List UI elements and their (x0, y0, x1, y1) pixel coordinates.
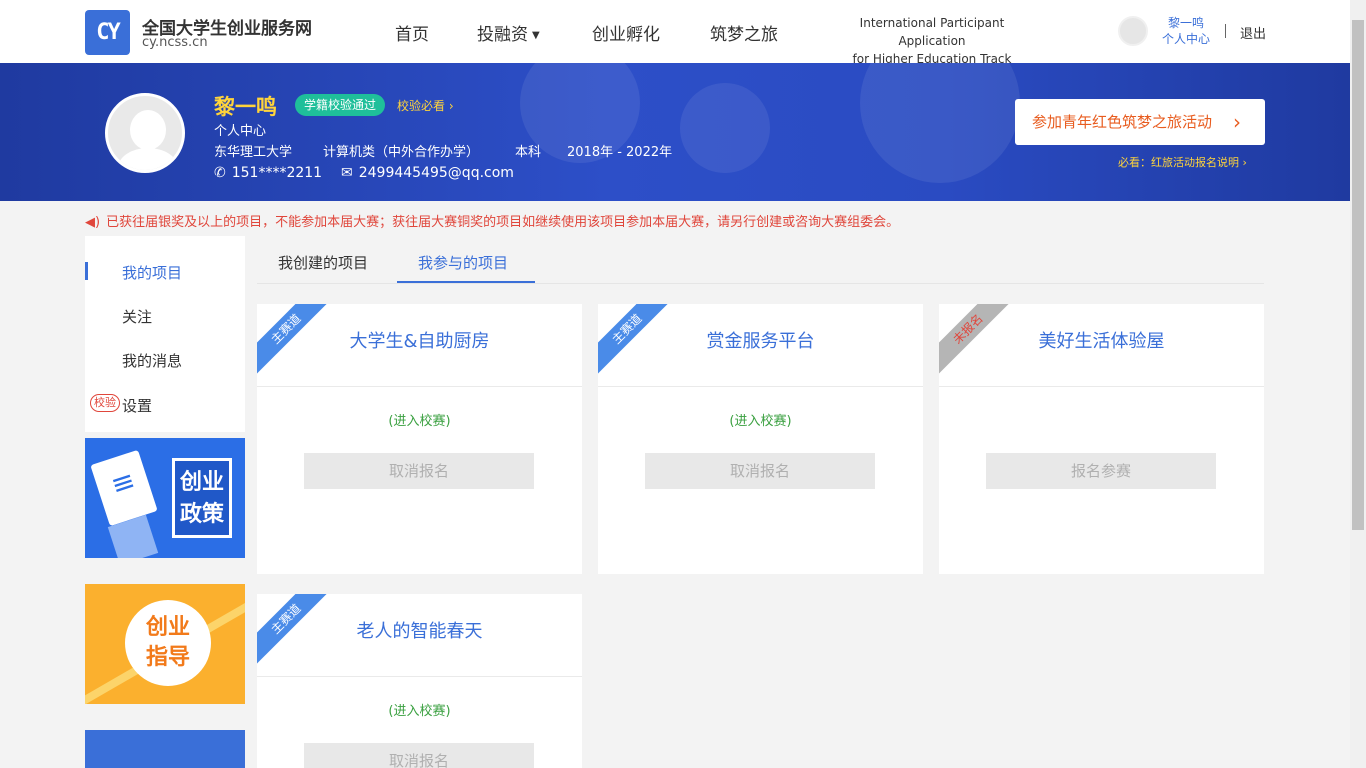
intl-application-link[interactable]: International Participant Application fo… (826, 14, 1038, 68)
cancel-registration-button[interactable]: 取消报名 (645, 453, 875, 489)
profile-subtitle: 个人中心 (214, 124, 267, 139)
project-status: (进入校赛) (729, 414, 792, 429)
project-card[interactable]: 主赛道 赏金服务平台 (进入校赛) 取消报名 (598, 304, 923, 574)
avatar-body (118, 148, 178, 170)
promo-third-banner[interactable] (85, 730, 245, 768)
card-divider (939, 386, 1264, 387)
phone-icon: ✆ (214, 165, 226, 181)
caret-down-icon: ▼ (532, 29, 540, 41)
email-value: 2499445495@qq.com (358, 165, 514, 181)
verify-guide-link[interactable]: 校验必看 › (397, 97, 454, 114)
banner-decoration (860, 63, 1020, 183)
intl-line-1: International Participant Application (859, 16, 1005, 48)
profile-name: 黎一鸣 (214, 95, 277, 119)
sidebar-item-follow[interactable]: 关注 (122, 306, 152, 327)
logout-link[interactable]: 退出 (1240, 23, 1266, 42)
project-card[interactable]: 未报名 美好生活体验屋 报名参赛 (939, 304, 1264, 574)
profile-banner: 黎一鸣 学籍校验通过 校验必看 › 个人中心 东华理工大学 计算机类（中外合作办… (0, 63, 1350, 201)
sidebar-item-settings[interactable]: 设置 (122, 395, 152, 416)
profile-degree: 本科 (515, 145, 542, 160)
promo-policy-card: 创业 政策 (172, 458, 232, 538)
project-status: (进入校赛) (388, 704, 451, 719)
header-divider (1225, 24, 1226, 38)
project-title[interactable]: 美好生活体验屋 (939, 327, 1264, 353)
notice-bar: ◀) 已获往届银奖及以上的项目，不能参加本届大赛；获往届大赛铜奖的项目如继续使用该… (85, 211, 899, 230)
user-menu[interactable]: 黎一鸣 个人中心 (1158, 15, 1214, 47)
cancel-registration-button[interactable]: 取消报名 (304, 743, 534, 768)
profile-email: ✉ 2499445495@qq.com (341, 165, 514, 181)
chevron-right-icon: › (1233, 110, 1241, 134)
tab-created-projects[interactable]: 我创建的项目 (278, 252, 368, 273)
register-button[interactable]: 报名参赛 (986, 453, 1216, 489)
promo-policy-line-2: 政策 (179, 502, 224, 527)
tab-active-underline (397, 281, 535, 283)
document-icon (90, 449, 158, 527)
join-red-journey-button[interactable]: 参加青年红色筑梦之旅活动 › (1015, 99, 1265, 145)
status-badge: 学籍校验通过 (295, 94, 386, 116)
sidebar-item-my-projects[interactable]: 我的项目 (122, 262, 182, 283)
card-divider (598, 386, 923, 387)
sidebar-active-indicator (85, 262, 88, 280)
user-name[interactable]: 黎一鸣 (1158, 15, 1214, 31)
promo-guidance-circle: 创业 指导 (125, 600, 211, 686)
site-domain: cy.ncss.cn (142, 35, 208, 50)
tab-joined-projects[interactable]: 我参与的项目 (418, 252, 508, 273)
project-title[interactable]: 赏金服务平台 (598, 327, 923, 353)
red-journey-guide-link[interactable]: 必看：红旅活动报名说明 › (1118, 154, 1247, 170)
nav-investment-label: 投融资 (477, 25, 528, 45)
promo-guidance-line-1: 创业 (145, 615, 190, 640)
speaker-icon: ◀) (85, 215, 101, 230)
project-status: (进入校赛) (388, 414, 451, 429)
project-title[interactable]: 老人的智能春天 (257, 617, 582, 643)
profile-phone: ✆ 151****2211 (214, 165, 322, 181)
promo-guidance-banner[interactable]: 创业 指导 (85, 584, 245, 704)
nav-dream-journey[interactable]: 筑梦之旅 (710, 20, 778, 45)
notice-text: 已获往届银奖及以上的项目，不能参加本届大赛；获往届大赛铜奖的项目如继续使用该项目… (106, 215, 900, 230)
phone-value: 151****2211 (231, 165, 323, 181)
promo-guidance-line-2: 指导 (145, 645, 190, 670)
mail-icon: ✉ (341, 165, 353, 181)
nav-incubation[interactable]: 创业孵化 (592, 20, 660, 45)
scrollbar-thumb[interactable] (1352, 20, 1364, 530)
promo-policy-line-1: 创业 (179, 470, 224, 495)
chevron-right-icon: › (448, 99, 454, 113)
verify-guide-label: 校验必看 (397, 99, 446, 113)
nav-investment[interactable]: 投融资 ▼ (477, 20, 540, 45)
site-logo[interactable]: CY (85, 10, 130, 55)
join-button-label: 参加青年红色筑梦之旅活动 (1032, 113, 1213, 131)
nav-home[interactable]: 首页 (395, 20, 429, 45)
sidebar: 我的项目 关注 我的消息 校验 设置 (85, 236, 245, 432)
avatar-head (130, 110, 166, 150)
profile-period: 2018年 - 2022年 (567, 145, 673, 160)
guide-link-label: 必看：红旅活动报名说明 (1118, 156, 1239, 169)
card-divider (257, 676, 582, 677)
top-navbar: CY 全国大学生创业服务网 cy.ncss.cn 首页 投融资 ▼ 创业孵化 筑梦… (0, 0, 1350, 66)
project-title[interactable]: 大学生&自助厨房 (257, 327, 582, 353)
cancel-registration-button[interactable]: 取消报名 (304, 453, 534, 489)
profile-major: 计算机类（中外合作办学） (323, 145, 480, 160)
user-avatar-small[interactable] (1118, 16, 1148, 46)
verify-tag: 校验 (90, 394, 120, 412)
tab-divider (257, 283, 1264, 284)
user-center-link[interactable]: 个人中心 (1158, 31, 1214, 47)
promo-policy-banner[interactable]: 创业 政策 (85, 438, 245, 558)
card-divider (257, 386, 582, 387)
profile-avatar (105, 93, 185, 173)
project-card[interactable]: 主赛道 大学生&自助厨房 (进入校赛) 取消报名 (257, 304, 582, 574)
banner-decoration (680, 83, 770, 173)
project-card[interactable]: 主赛道 老人的智能春天 (进入校赛) 取消报名 (257, 594, 582, 768)
chevron-right-icon: › (1242, 156, 1247, 169)
profile-school: 东华理工大学 (214, 145, 293, 160)
sidebar-item-messages[interactable]: 我的消息 (122, 350, 182, 371)
